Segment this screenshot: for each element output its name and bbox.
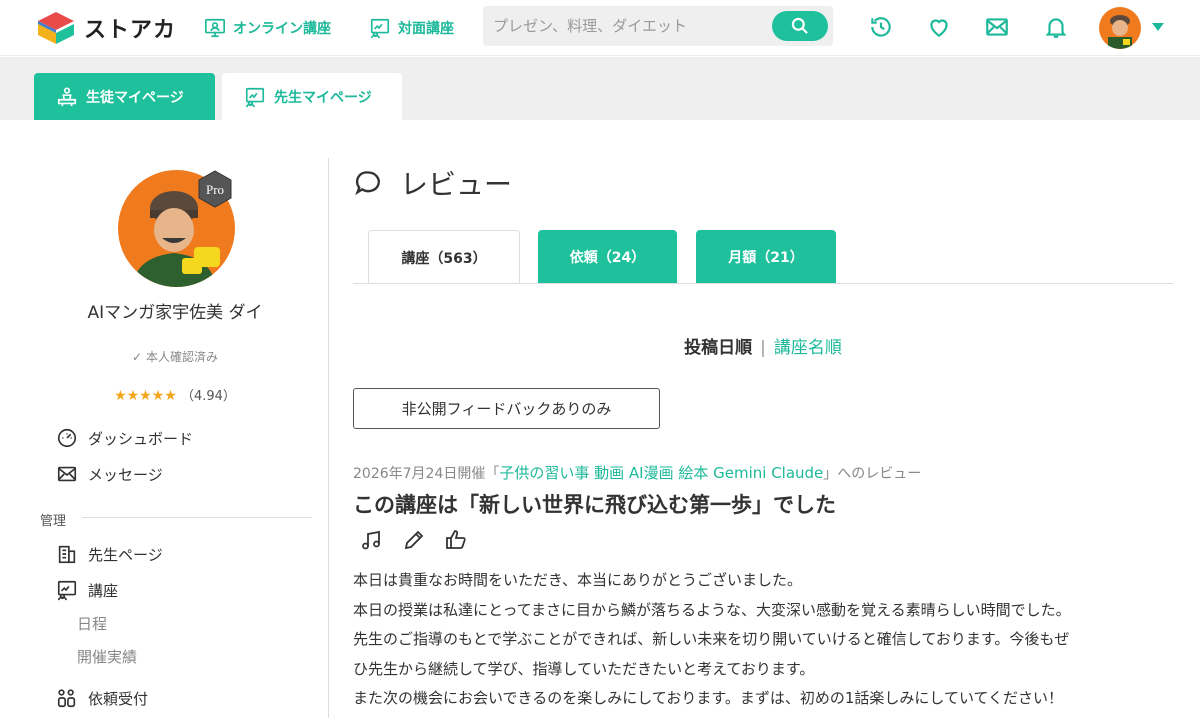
rating-stars: ★★★★★ <box>114 388 177 404</box>
sort-by-date[interactable]: 投稿日順 <box>684 338 752 358</box>
music-note-icon <box>360 528 384 552</box>
bell-icon <box>1045 18 1067 38</box>
building-icon <box>58 545 76 564</box>
sidebar-item-message[interactable]: メッセージ <box>56 461 163 487</box>
review-line: 先生のご指導のもとで学ぶことができれば、新しい未来を切り開いていけると確信してお… <box>353 630 1070 648</box>
logo-icon <box>38 12 74 44</box>
sidebar-label-dashboard: ダッシュボード <box>88 429 194 448</box>
review-line: 本日は貴重なお時間をいただき、本当にありがとうございました。 <box>353 571 802 589</box>
pencil-icon <box>402 528 426 552</box>
avatar-image <box>1099 7 1141 49</box>
tab-student-label: 生徒マイページ <box>86 89 184 106</box>
search-icon <box>791 17 808 34</box>
gauge-icon <box>57 428 77 448</box>
chevron-down-icon[interactable] <box>1150 20 1166 34</box>
notifications-button[interactable] <box>1041 12 1071 42</box>
history-button[interactable] <box>866 12 896 42</box>
tab-baseline <box>353 283 1173 284</box>
profile-rating: ★★★★★ （4.94） <box>30 385 320 404</box>
sidebar-label-message: メッセージ <box>88 465 163 484</box>
review-line: また次の機会にお会いできるのを楽しみにしております。まずは、初めの1話楽しみにし… <box>353 689 1064 707</box>
messages-button[interactable] <box>982 12 1012 42</box>
student-icon <box>57 86 77 106</box>
grid-user-icon <box>57 689 76 708</box>
whiteboard-icon <box>245 87 265 107</box>
sort-options: 投稿日順 | 講座名順 <box>353 333 1173 358</box>
page-title: レビュー <box>400 168 513 201</box>
review-line: ひ先生から継続して学び、指導していただきたいと考えております。 <box>353 659 815 678</box>
monitor-icon <box>205 18 225 38</box>
sidebar-item-schedule[interactable]: 日程 <box>77 613 107 634</box>
review-heading: レビュー <box>354 165 512 201</box>
sidebar-item-course[interactable]: 講座 <box>56 577 118 603</box>
sort-by-name[interactable]: 講座名順 <box>774 338 842 358</box>
whiteboard-icon <box>370 18 390 39</box>
speech-bubble-icon <box>355 171 380 196</box>
top-header: ストアカ オンライン講座 対面講座 <box>0 0 1200 56</box>
review-body: 本日は貴重なお時間をいただき、本当にありがとうございました。 本日の授業は私達に… <box>353 566 1168 714</box>
sort-separator: | <box>760 338 766 358</box>
tab-student-mypage[interactable]: 生徒マイページ <box>34 73 215 120</box>
logo-text: ストアカ <box>84 18 177 43</box>
sidebar-item-dashboard[interactable]: ダッシュボード <box>56 425 193 451</box>
nav-online-courses[interactable]: オンライン講座 <box>204 14 331 42</box>
whiteboard-icon <box>57 580 77 601</box>
logo[interactable]: ストアカ <box>34 10 176 46</box>
heart-icon <box>930 19 948 37</box>
verified-status: ✓ 本人確認済み <box>30 348 320 365</box>
check-circle-icon: ✓ <box>132 350 143 364</box>
review-suffix: 」へのレビュー <box>823 466 922 482</box>
tab-teacher-mypage[interactable]: 先生マイページ <box>222 73 402 120</box>
sidebar-item-requests[interactable]: 依頼受付 <box>56 685 148 711</box>
sidebar-label-course: 講座 <box>88 581 119 600</box>
tab-reviews-monthly[interactable]: 月額（21） <box>696 230 836 284</box>
review-line: 本日の授業は私達にとってまさに目から鱗が落ちるような、大変深い感動を覚える素晴ら… <box>353 600 1071 619</box>
sidebar-label-requests: 依頼受付 <box>88 689 149 708</box>
user-avatar[interactable] <box>1099 7 1141 49</box>
sidebar-item-teacher-page[interactable]: 先生ページ <box>56 541 163 567</box>
sidebar-label-teacher-page: 先生ページ <box>88 545 163 564</box>
search-button[interactable] <box>772 11 828 41</box>
review-course-link[interactable]: 子供の習い事 動画 AI漫画 絵本 Gemini Claude <box>499 464 823 482</box>
nav-online-label: オンライン講座 <box>233 21 331 37</box>
review-title: この講座は「新しい世界に飛び込む第一歩」でした <box>353 493 836 517</box>
review-meta: 2026年7月24日開催「子供の習い事 動画 AI漫画 絵本 Gemini Cl… <box>353 462 921 483</box>
mail-icon <box>986 18 1008 36</box>
private-feedback-filter-button[interactable]: 非公開フィードバックありのみ <box>353 388 660 429</box>
review-date: 2026年7月24日開催「 <box>353 466 500 482</box>
history-icon <box>871 17 891 37</box>
sidebar-section-divider <box>82 517 312 518</box>
tab-teacher-label: 先生マイページ <box>274 89 372 106</box>
sidebar-item-history[interactable]: 開催実績 <box>77 646 137 667</box>
search-input[interactable] <box>493 14 763 38</box>
profile-name: AIマンガ家宇佐美 ダイ <box>87 303 263 323</box>
thumbs-up-icon <box>444 528 468 552</box>
sidebar-section-manage: 管理 <box>40 514 67 529</box>
rating-value: （4.94） <box>180 389 236 404</box>
tab-reviews-course[interactable]: 講座（563） <box>368 230 520 284</box>
pro-badge-icon: Pro <box>198 170 232 208</box>
verified-label: 本人確認済み <box>145 350 218 364</box>
sidebar-divider <box>328 158 329 718</box>
favorites-button[interactable] <box>924 12 954 42</box>
search-bar <box>483 6 833 46</box>
nav-offline-courses[interactable]: 対面講座 <box>369 14 454 42</box>
tab-reviews-request[interactable]: 依頼（24） <box>538 230 677 284</box>
nav-offline-label: 対面講座 <box>398 21 454 37</box>
mypage-tab-strip: 生徒マイページ 先生マイページ <box>0 57 1200 120</box>
mail-icon <box>57 466 77 482</box>
review-tag-icons <box>360 528 486 552</box>
pro-badge-text: Pro <box>206 182 224 197</box>
